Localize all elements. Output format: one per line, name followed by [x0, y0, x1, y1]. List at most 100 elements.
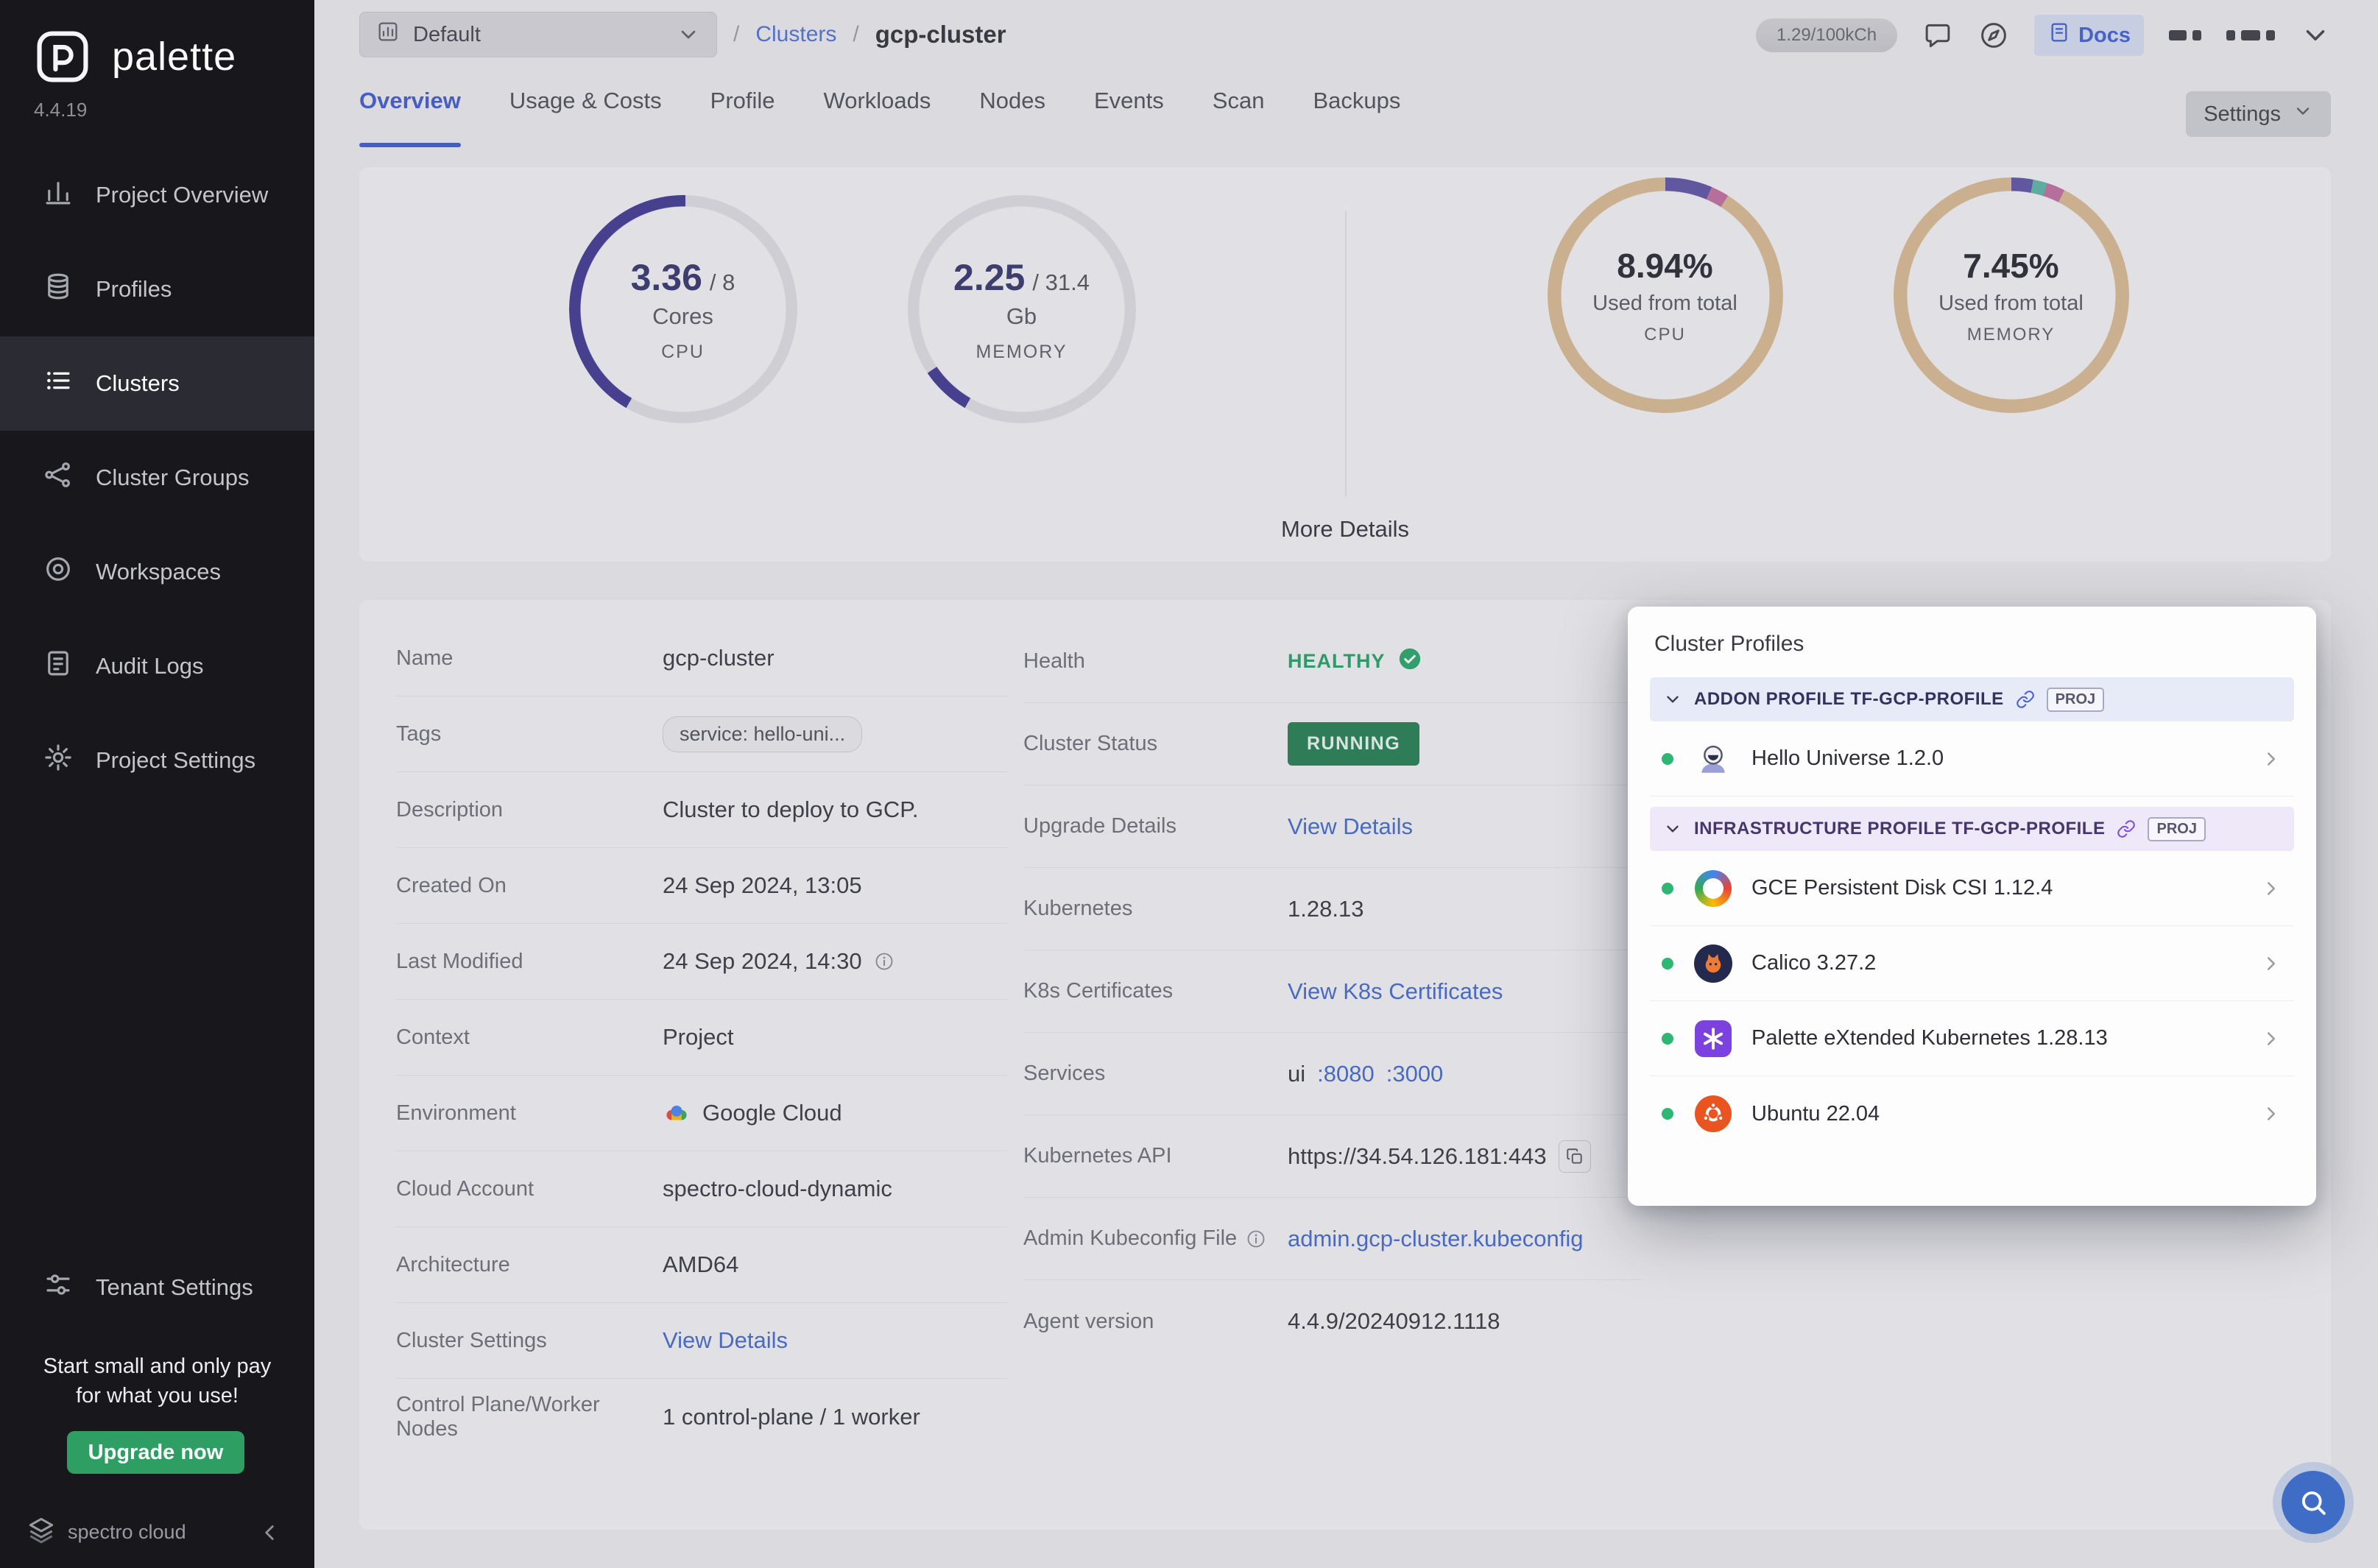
memory-total-donut: 7.45% Used from total MEMORY — [1894, 177, 2129, 413]
cpu-gauge: 3.36/ 8 Cores CPU — [569, 195, 797, 423]
list-icon — [43, 365, 74, 402]
search-fab-button[interactable] — [2282, 1471, 2345, 1534]
cluster-settings-view-details-link[interactable]: View Details — [663, 1327, 788, 1354]
proj-scope-badge: PROJ — [2148, 817, 2205, 841]
gce-disk-icon — [1695, 870, 1732, 907]
detail-row-services: Services ui :8080 :3000 — [1023, 1033, 1642, 1115]
memory-used-value: 2.25 — [953, 256, 1025, 299]
sidebar: palette 4.4.19 Project Overview Profiles… — [0, 0, 314, 1568]
infrastructure-profile-section-header[interactable]: INFRASTRUCTURE PROFILE TF-GCP-PROFILE PR… — [1650, 807, 2294, 851]
tab-profile[interactable]: Profile — [710, 87, 775, 147]
upgrade-now-button[interactable]: Upgrade now — [67, 1431, 244, 1474]
kubeconfig-download-link[interactable]: admin.gcp-cluster.kubeconfig — [1288, 1226, 1584, 1252]
settings-button[interactable]: Settings — [2186, 91, 2331, 137]
details-left-column: Name gcp-cluster Tags service: hello-uni… — [359, 621, 1023, 1500]
tab-events[interactable]: Events — [1094, 87, 1164, 147]
chevron-right-icon — [2260, 953, 2282, 975]
sidebar-item-cluster-groups[interactable]: Cluster Groups — [0, 431, 314, 525]
profile-layer-palette-kubernetes[interactable]: Palette eXtended Kubernetes 1.28.13 — [1650, 1001, 2294, 1076]
detail-row-control-plane-nodes: Control Plane/Worker Nodes 1 control-pla… — [396, 1379, 1007, 1455]
more-details-link[interactable]: More Details — [359, 516, 2331, 543]
sidebar-item-workspaces[interactable]: Workspaces — [0, 525, 314, 619]
running-status-badge: RUNNING — [1288, 722, 1419, 766]
info-icon[interactable] — [874, 951, 895, 972]
mini-chart-icon — [376, 20, 400, 49]
hello-universe-icon — [1694, 740, 1732, 778]
info-icon[interactable] — [1246, 1229, 1266, 1249]
profile-layer-calico[interactable]: Calico 3.27.2 — [1650, 926, 2294, 1001]
sidebar-item-clusters[interactable]: Clusters — [0, 336, 314, 431]
detail-row-agent-version: Agent version 4.4.9/20240912.1118 — [1023, 1280, 1642, 1363]
service-port-link[interactable]: :8080 — [1317, 1061, 1375, 1087]
tab-backups[interactable]: Backups — [1313, 87, 1400, 147]
copy-icon[interactable] — [1559, 1140, 1591, 1173]
sidebar-item-project-overview[interactable]: Project Overview — [0, 148, 314, 242]
indicator-bars-icon[interactable] — [2169, 30, 2201, 40]
cpu-percent-caption: Used from total — [1592, 292, 1737, 316]
memory-percent-value: 7.45% — [1963, 246, 2058, 286]
nodes-icon — [43, 459, 74, 496]
detail-row-kubernetes-api: Kubernetes API https://34.54.126.181:443 — [1023, 1115, 1642, 1198]
chat-icon[interactable] — [1922, 20, 1953, 51]
memory-percent-caption: Used from total — [1938, 292, 2084, 316]
check-circle-icon — [1397, 646, 1422, 677]
sliders-icon — [43, 1269, 74, 1306]
sidebar-item-label: Tenant Settings — [96, 1274, 253, 1301]
footer-brand-name: spectro cloud — [68, 1521, 186, 1544]
settings-button-label: Settings — [2204, 102, 2281, 127]
collapse-sidebar-icon[interactable] — [257, 1520, 282, 1545]
palette-kubernetes-icon — [1695, 1020, 1732, 1057]
brand-name: palette — [112, 34, 236, 80]
sidebar-menu: Project Overview Profiles Clusters Clust… — [0, 148, 314, 808]
service-port-link[interactable]: :3000 — [1386, 1061, 1444, 1087]
detail-row-created-on: Created On 24 Sep 2024, 13:05 — [396, 848, 1007, 924]
chevron-down-icon — [1663, 690, 1682, 709]
help-compass-icon[interactable] — [1978, 20, 2009, 51]
palette-logo-icon — [32, 27, 93, 87]
profile-layer-hello-universe[interactable]: Hello Universe 1.2.0 — [1650, 721, 2294, 797]
sidebar-item-profiles[interactable]: Profiles — [0, 242, 314, 336]
detail-row-cluster-status: Cluster Status RUNNING — [1023, 703, 1642, 785]
breadcrumb-clusters-link[interactable]: Clusters — [755, 22, 836, 47]
sidebar-item-audit-logs[interactable]: Audit Logs — [0, 619, 314, 713]
service-name: ui — [1288, 1061, 1305, 1087]
profile-layer-ubuntu[interactable]: Ubuntu 22.04 — [1650, 1076, 2294, 1151]
detail-row-health: Health HEALTHY — [1023, 621, 1642, 703]
indicator-bars-icon[interactable] — [2226, 30, 2275, 40]
detail-row-description: Description Cluster to deploy to GCP. — [396, 772, 1007, 848]
usage-quota-pill[interactable]: 1.29/100kCh — [1756, 18, 1897, 52]
sidebar-item-project-settings[interactable]: Project Settings — [0, 713, 314, 808]
usage-summary-card: 3.36/ 8 Cores CPU 2.25/ 31.4 Gb MEMORY — [359, 167, 2331, 562]
docs-icon — [2047, 21, 2071, 50]
sidebar-item-tenant-settings[interactable]: Tenant Settings — [0, 1241, 314, 1334]
docs-button[interactable]: Docs — [2034, 15, 2144, 56]
upgrade-promo-text: Start small and only pay for what you us… — [0, 1352, 314, 1410]
chevron-right-icon — [2260, 1028, 2282, 1050]
view-k8s-certificates-link[interactable]: View K8s Certificates — [1288, 978, 1503, 1005]
layers-stack-icon — [43, 271, 74, 308]
tab-workloads[interactable]: Workloads — [824, 87, 931, 147]
chevron-right-icon — [2260, 877, 2282, 900]
chevron-down-icon[interactable] — [2300, 20, 2331, 51]
profile-layer-gce-csi[interactable]: GCE Persistent Disk CSI 1.12.4 — [1650, 851, 2294, 926]
cpu-donut-label: CPU — [1644, 325, 1686, 345]
detail-row-k8s-certificates: K8s Certificates View K8s Certificates — [1023, 950, 1642, 1033]
upgrade-view-details-link[interactable]: View Details — [1288, 813, 1413, 840]
chevron-down-icon — [1663, 819, 1682, 838]
cpu-total-donut: 8.94% Used from total CPU — [1548, 177, 1783, 413]
status-dot-icon — [1662, 753, 1673, 765]
status-dot-icon — [1662, 958, 1673, 970]
chevron-down-icon — [677, 23, 700, 46]
tab-nodes[interactable]: Nodes — [979, 87, 1045, 147]
sidebar-bottom: Tenant Settings Start small and only pay… — [0, 1241, 314, 1568]
sidebar-item-label: Project Settings — [96, 747, 255, 774]
project-selector[interactable]: Default — [359, 12, 717, 57]
tab-usage-costs[interactable]: Usage & Costs — [509, 87, 662, 147]
cluster-tabs: Overview Usage & Costs Profile Workloads… — [359, 87, 1400, 147]
tab-overview[interactable]: Overview — [359, 87, 461, 147]
tab-scan[interactable]: Scan — [1213, 87, 1265, 147]
chevron-right-icon — [2260, 1103, 2282, 1125]
addon-profile-section-header[interactable]: ADDON PROFILE TF-GCP-PROFILE PROJ — [1650, 677, 2294, 721]
sidebar-item-label: Workspaces — [96, 559, 221, 585]
breadcrumb-separator: / — [853, 22, 858, 47]
